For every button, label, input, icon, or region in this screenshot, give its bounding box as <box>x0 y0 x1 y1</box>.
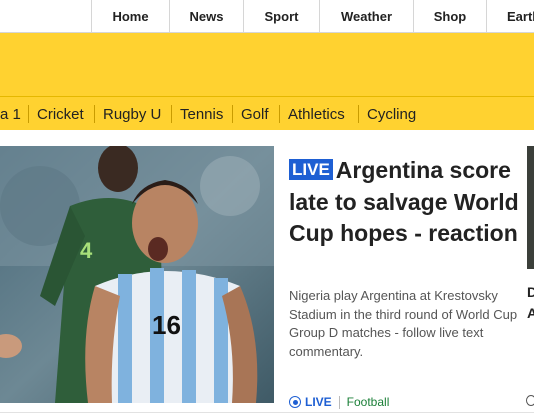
divider <box>171 105 172 123</box>
nav-news[interactable]: News <box>169 0 243 33</box>
live-badge: LIVE <box>289 159 333 180</box>
nav-weather[interactable]: Weather <box>319 0 413 33</box>
side-article-headline[interactable]: D A <box>527 282 534 324</box>
clock-icon <box>526 395 534 406</box>
nav-home[interactable]: Home <box>91 0 169 33</box>
live-icon <box>289 396 301 408</box>
topic-link-football[interactable]: Football <box>347 395 390 409</box>
sport-nav-item-rugby-union[interactable]: Rugby U <box>103 97 161 131</box>
global-nav: Home News Sport Weather Shop Earth <box>0 0 534 33</box>
sport-nav-item-tennis[interactable]: Tennis <box>180 97 223 131</box>
side-article-image[interactable] <box>527 146 534 269</box>
sport-nav-item-golf[interactable]: Golf <box>241 97 269 131</box>
side-headline-line: D <box>527 284 534 300</box>
article-summary: Nigeria play Argentina at Krestovsky Sta… <box>289 288 518 359</box>
side-headline-line: A <box>527 305 534 321</box>
football-celebration-illustration: 4 16 <box>0 146 274 403</box>
sport-nav-item-cycling[interactable]: Cycling <box>367 97 416 131</box>
nav-shop[interactable]: Shop <box>413 0 486 33</box>
sport-nav-item-athletics[interactable]: Athletics <box>288 97 345 131</box>
sport-nav: a 1 Cricket Rugby U Tennis Golf Athletic… <box>0 96 534 130</box>
article-image[interactable]: 4 16 <box>0 146 274 403</box>
divider <box>232 105 233 123</box>
svg-text:4: 4 <box>80 238 93 263</box>
sport-banner <box>0 33 534 96</box>
meta-live-label: LIVE <box>305 395 332 409</box>
sport-nav-item-cricket[interactable]: Cricket <box>37 97 84 131</box>
svg-text:16: 16 <box>152 310 181 340</box>
divider <box>0 412 534 413</box>
nav-earth[interactable]: Earth <box>486 0 534 33</box>
nav-sport[interactable]: Sport <box>243 0 319 33</box>
divider <box>28 105 29 123</box>
article-headline[interactable]: LIVE Argentina score late to salvage Worl… <box>289 155 519 250</box>
divider <box>279 105 280 123</box>
article-meta: LIVE Football <box>289 393 389 411</box>
divider <box>94 105 95 123</box>
divider <box>338 395 340 409</box>
sport-nav-item-formula-1[interactable]: a 1 <box>0 97 21 131</box>
divider <box>358 105 359 123</box>
